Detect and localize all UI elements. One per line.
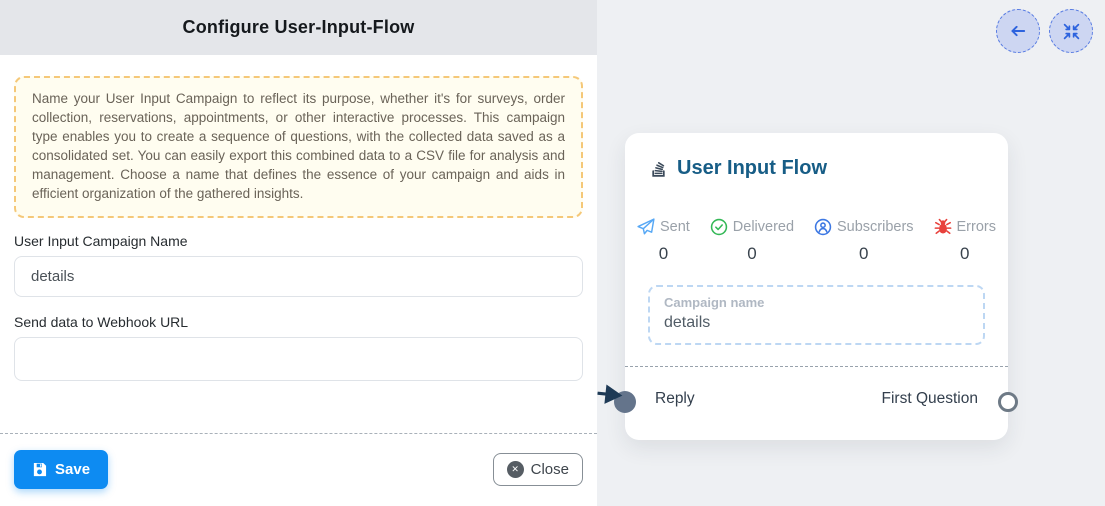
node-title: User Input Flow: [677, 157, 827, 180]
canvas-controls: [996, 9, 1093, 53]
stat-label: Errors: [957, 219, 996, 235]
mouse-cursor: [597, 382, 627, 416]
config-panel-footer: Save ✕ Close: [0, 433, 597, 506]
subscribers-icon: [814, 218, 832, 236]
campaign-name-value: details: [664, 314, 969, 332]
page-title: Configure User-Input-Flow: [183, 17, 415, 38]
node-campaign-name-box: Campaign name details: [648, 285, 985, 345]
flow-canvas: User Input Flow Sent 0: [597, 0, 1105, 506]
stat-value: 0: [814, 244, 914, 264]
node-footer: Reply First Question: [625, 367, 1008, 408]
save-floppy-icon: [32, 462, 47, 477]
stat-label: Delivered: [733, 219, 794, 235]
first-question-handle-label: First Question: [882, 390, 978, 408]
stat-label: Subscribers: [837, 219, 914, 235]
stat-subscribers: Subscribers 0: [814, 218, 914, 264]
delivered-check-icon: [710, 218, 728, 236]
stat-label: Sent: [660, 219, 690, 235]
reply-handle-label: Reply: [655, 390, 695, 408]
config-panel-header: Configure User-Input-Flow: [0, 0, 597, 55]
stat-value: 0: [710, 244, 794, 264]
webhook-url-input[interactable]: [14, 337, 583, 381]
send-icon: [637, 218, 655, 236]
campaign-name-input[interactable]: [14, 256, 583, 297]
fit-view-icon: [1063, 23, 1080, 40]
first-question-source-handle[interactable]: [998, 392, 1018, 412]
config-panel-body: Name your User Input Campaign to reflect…: [0, 76, 597, 381]
back-button[interactable]: [996, 9, 1040, 53]
stack-icon: [649, 159, 668, 178]
webhook-url-label: Send data to Webhook URL: [14, 314, 583, 330]
campaign-name-label: User Input Campaign Name: [14, 233, 583, 249]
close-button-label: Close: [531, 461, 569, 478]
campaign-name-placeholder: Campaign name: [664, 295, 969, 310]
stat-value: 0: [934, 244, 996, 264]
errors-bug-icon: [934, 218, 952, 236]
node-stats-row: Sent 0 Delivered 0: [637, 218, 996, 264]
stat-sent: Sent 0: [637, 218, 690, 264]
stat-errors: Errors 0: [934, 218, 996, 264]
configure-user-input-flow-screen: Configure User-Input-Flow Name your User…: [0, 0, 1105, 506]
close-icon: ✕: [507, 461, 524, 478]
close-button[interactable]: ✕ Close: [493, 453, 583, 486]
campaign-info-note: Name your User Input Campaign to reflect…: [14, 76, 583, 218]
back-arrow-icon: [1009, 22, 1027, 40]
stat-delivered: Delivered 0: [710, 218, 794, 264]
stat-value: 0: [637, 244, 690, 264]
user-input-flow-node[interactable]: User Input Flow Sent 0: [625, 133, 1008, 440]
save-button[interactable]: Save: [14, 450, 108, 489]
save-button-label: Save: [55, 461, 90, 478]
node-title-row: User Input Flow: [649, 157, 984, 180]
config-panel: Configure User-Input-Flow Name your User…: [0, 0, 597, 506]
fit-view-button[interactable]: [1049, 9, 1093, 53]
